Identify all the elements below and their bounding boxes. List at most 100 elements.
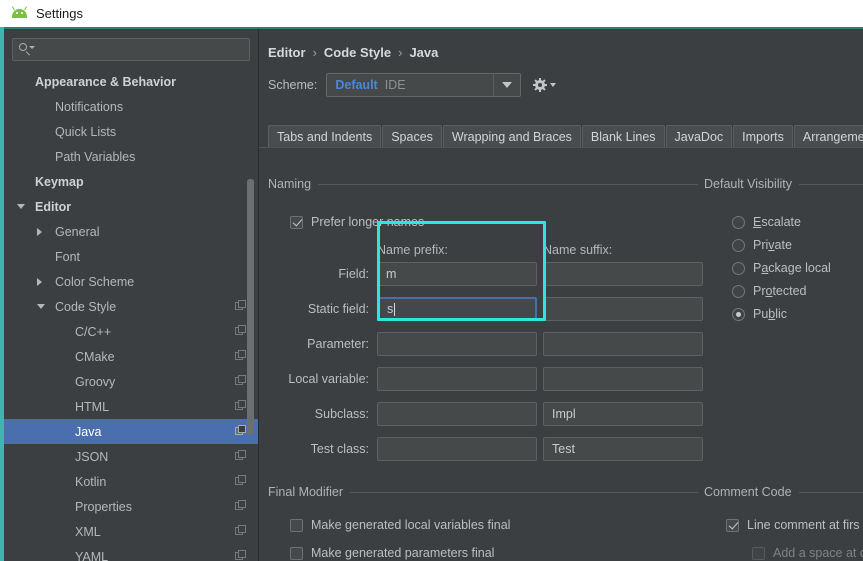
- visibility-radio-escalate[interactable]: Escalate: [732, 215, 801, 229]
- breadcrumb-code-style[interactable]: Code Style: [324, 45, 391, 60]
- sidebar-item-groovy[interactable]: Groovy: [4, 369, 258, 394]
- sidebar-item-json[interactable]: JSON: [4, 444, 258, 469]
- visibility-radio-protected[interactable]: Protected: [732, 284, 807, 298]
- sidebar-item-notifications[interactable]: Notifications: [4, 94, 258, 119]
- copy-scheme-icon[interactable]: [235, 450, 246, 461]
- name-suffix-input-1[interactable]: [543, 297, 703, 321]
- visibility-radio-private[interactable]: Private: [732, 238, 792, 252]
- prefer-longer-names-checkbox[interactable]: Prefer longer names: [290, 215, 424, 229]
- sidebar-item-java[interactable]: Java: [4, 419, 258, 444]
- sidebar-item-label: Path Variables: [55, 149, 136, 164]
- sidebar-item-yaml[interactable]: YAML: [4, 544, 258, 561]
- sidebar-item-label: HTML: [75, 399, 110, 414]
- sidebar-item-appearance-behavior[interactable]: Appearance & Behavior: [4, 69, 258, 94]
- radio-indicator: [732, 215, 745, 229]
- comment-code-checkbox-0[interactable]: Line comment at firs: [726, 518, 860, 532]
- search-input[interactable]: [37, 41, 249, 58]
- visibility-radio-label: Package local: [753, 261, 831, 275]
- checkbox-indicator: [726, 518, 739, 532]
- label-pre: Pu: [753, 307, 769, 321]
- label-pre: Pr: [753, 284, 766, 298]
- copy-scheme-icon[interactable]: [235, 350, 246, 361]
- chevron-down-icon[interactable]: [493, 74, 520, 96]
- name-prefix-input-1[interactable]: s: [377, 297, 537, 321]
- code-style-tabs[interactable]: Tabs and Indents Spaces Wrapping and Brace…: [268, 125, 863, 147]
- scheme-combobox[interactable]: Default IDE: [326, 73, 522, 97]
- tab-blank-lines[interactable]: Blank Lines: [581, 125, 665, 147]
- comment-code-label: Line comment at firs: [747, 518, 860, 532]
- chevron-right-icon[interactable]: [37, 227, 42, 236]
- name-prefix-input-4[interactable]: [377, 402, 537, 426]
- sidebar-item-kotlin[interactable]: Kotlin: [4, 469, 258, 494]
- sidebar-item-color-scheme[interactable]: Color Scheme: [4, 269, 258, 294]
- naming-row-label: Static field:: [307, 302, 369, 316]
- comment-code-checkbox-1[interactable]: Add a space at c: [752, 546, 863, 560]
- visibility-radio-public[interactable]: Public: [732, 307, 787, 321]
- name-suffix-input-5[interactable]: Test: [543, 437, 703, 461]
- copy-scheme-icon[interactable]: [235, 425, 246, 436]
- sidebar-item-font[interactable]: Font: [4, 244, 258, 269]
- naming-row-label: Field:: [338, 267, 369, 281]
- sidebar-item-code-style[interactable]: Code Style: [4, 294, 258, 319]
- name-prefix-input-0[interactable]: m: [377, 262, 537, 286]
- final-modifier-group-header: Final Modifier: [268, 485, 698, 499]
- sidebar-item-label: XML: [75, 524, 101, 539]
- name-suffix-input-4[interactable]: Impl: [543, 402, 703, 426]
- copy-scheme-icon[interactable]: [235, 475, 246, 486]
- copy-scheme-icon[interactable]: [235, 500, 246, 511]
- copy-scheme-icon[interactable]: [235, 550, 246, 561]
- name-suffix-input-3[interactable]: [543, 367, 703, 391]
- sidebar-item-label: Code Style: [55, 299, 117, 314]
- copy-scheme-icon[interactable]: [235, 525, 246, 536]
- copy-scheme-icon[interactable]: [235, 375, 246, 386]
- tab-spaces[interactable]: Spaces: [382, 125, 442, 147]
- input-value: m: [386, 267, 397, 281]
- copy-scheme-icon[interactable]: [235, 325, 246, 336]
- copy-scheme-icon[interactable]: [235, 400, 246, 411]
- window-title: Settings: [36, 6, 83, 21]
- final-modifier-checkbox-1[interactable]: Make generated parameters final: [290, 546, 494, 560]
- sidebar-item-c-c[interactable]: C/C++: [4, 319, 258, 344]
- breadcrumb-java[interactable]: Java: [409, 45, 438, 60]
- sidebar-item-xml[interactable]: XML: [4, 519, 258, 544]
- chevron-right-icon[interactable]: [37, 277, 42, 286]
- sidebar-item-general[interactable]: General: [4, 219, 258, 244]
- scheme-settings-button[interactable]: [533, 78, 557, 92]
- sidebar-item-quick-lists[interactable]: Quick Lists: [4, 119, 258, 144]
- copy-scheme-icon[interactable]: [235, 300, 246, 311]
- visibility-radio-package-local[interactable]: Package local: [732, 261, 831, 275]
- tab-wrapping-and-braces[interactable]: Wrapping and Braces: [442, 125, 581, 147]
- name-prefix-input-5[interactable]: [377, 437, 537, 461]
- default-visibility-group-header: Default Visibility: [704, 177, 863, 191]
- final-modifier-checkbox-0[interactable]: Make generated local variables final: [290, 518, 510, 532]
- input-value: s: [387, 302, 394, 316]
- sidebar-scrollbar-thumb[interactable]: [247, 179, 254, 435]
- radio-indicator: [732, 307, 745, 321]
- sidebar-item-html[interactable]: HTML: [4, 394, 258, 419]
- sidebar-item-path-variables[interactable]: Path Variables: [4, 144, 258, 169]
- sidebar-item-editor[interactable]: Editor: [4, 194, 258, 219]
- chevron-down-icon: [550, 83, 557, 87]
- tab-javadoc[interactable]: JavaDoc: [665, 125, 733, 147]
- breadcrumb-editor[interactable]: Editor: [268, 45, 306, 60]
- settings-tree[interactable]: Appearance & Behavior Notifications Quick …: [4, 69, 258, 561]
- sidebar-item-label: Font: [55, 249, 81, 264]
- sidebar-item-cmake[interactable]: CMake: [4, 344, 258, 369]
- name-suffix-input-2[interactable]: [543, 332, 703, 356]
- chevron-down-icon[interactable]: [37, 304, 45, 309]
- tab-imports[interactable]: Imports: [733, 125, 793, 147]
- chevron-down-icon[interactable]: [17, 204, 25, 209]
- tab-tabs-and-indents[interactable]: Tabs and Indents: [268, 125, 382, 147]
- sidebar-item-keymap[interactable]: Keymap: [4, 169, 258, 194]
- sidebar-item-label: Editor: [35, 199, 72, 214]
- naming-row-label: Subclass:: [314, 407, 369, 421]
- name-prefix-input-3[interactable]: [377, 367, 537, 391]
- sidebar-item-label: Java: [75, 424, 102, 439]
- breadcrumb-separator-1: ›: [312, 45, 317, 60]
- naming-group-header: Naming: [268, 177, 698, 191]
- tab-arrangement[interactable]: Arrangement: [793, 125, 863, 147]
- name-suffix-input-0[interactable]: [543, 262, 703, 286]
- search-box[interactable]: [12, 38, 250, 61]
- sidebar-item-properties[interactable]: Properties: [4, 494, 258, 519]
- name-prefix-input-2[interactable]: [377, 332, 537, 356]
